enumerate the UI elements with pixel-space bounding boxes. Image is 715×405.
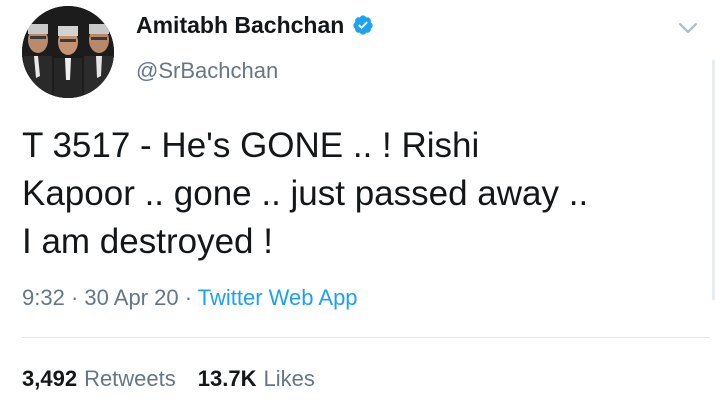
tweet-text: T 3517 - He's GONE .. ! Rishi Kapoor .. … [22, 126, 589, 261]
author-handle[interactable]: @SrBachchan [136, 58, 278, 84]
likes-count: 13.7K [197, 366, 257, 391]
chevron-down-icon[interactable] [676, 16, 700, 40]
likes-stat[interactable]: 13.7K Likes [198, 366, 315, 392]
author-name[interactable]: Amitabh Bachchan [136, 12, 344, 39]
retweets-count: 3,492 [22, 366, 78, 391]
likes-label: Likes [263, 366, 315, 391]
divider [22, 337, 710, 338]
author-row: Amitabh Bachchan [136, 10, 374, 40]
tweet-source-link[interactable]: Twitter Web App [198, 285, 358, 310]
meta-separator: · [70, 285, 79, 310]
tweet-date[interactable]: 30 Apr 20 [84, 285, 178, 310]
verified-badge-icon [353, 15, 373, 35]
meta-separator: · [184, 285, 193, 310]
retweets-label: Retweets [84, 366, 176, 391]
tweet-meta: 9:32 · 30 Apr 20 · Twitter Web App [22, 285, 358, 311]
tweet-stats: 3,492 Retweets 13.7K Likes [22, 366, 315, 392]
tweet-time[interactable]: 9:32 [22, 285, 65, 310]
avatar-image [22, 6, 114, 98]
retweets-stat[interactable]: 3,492 Retweets [22, 366, 176, 392]
avatar[interactable] [22, 6, 114, 98]
